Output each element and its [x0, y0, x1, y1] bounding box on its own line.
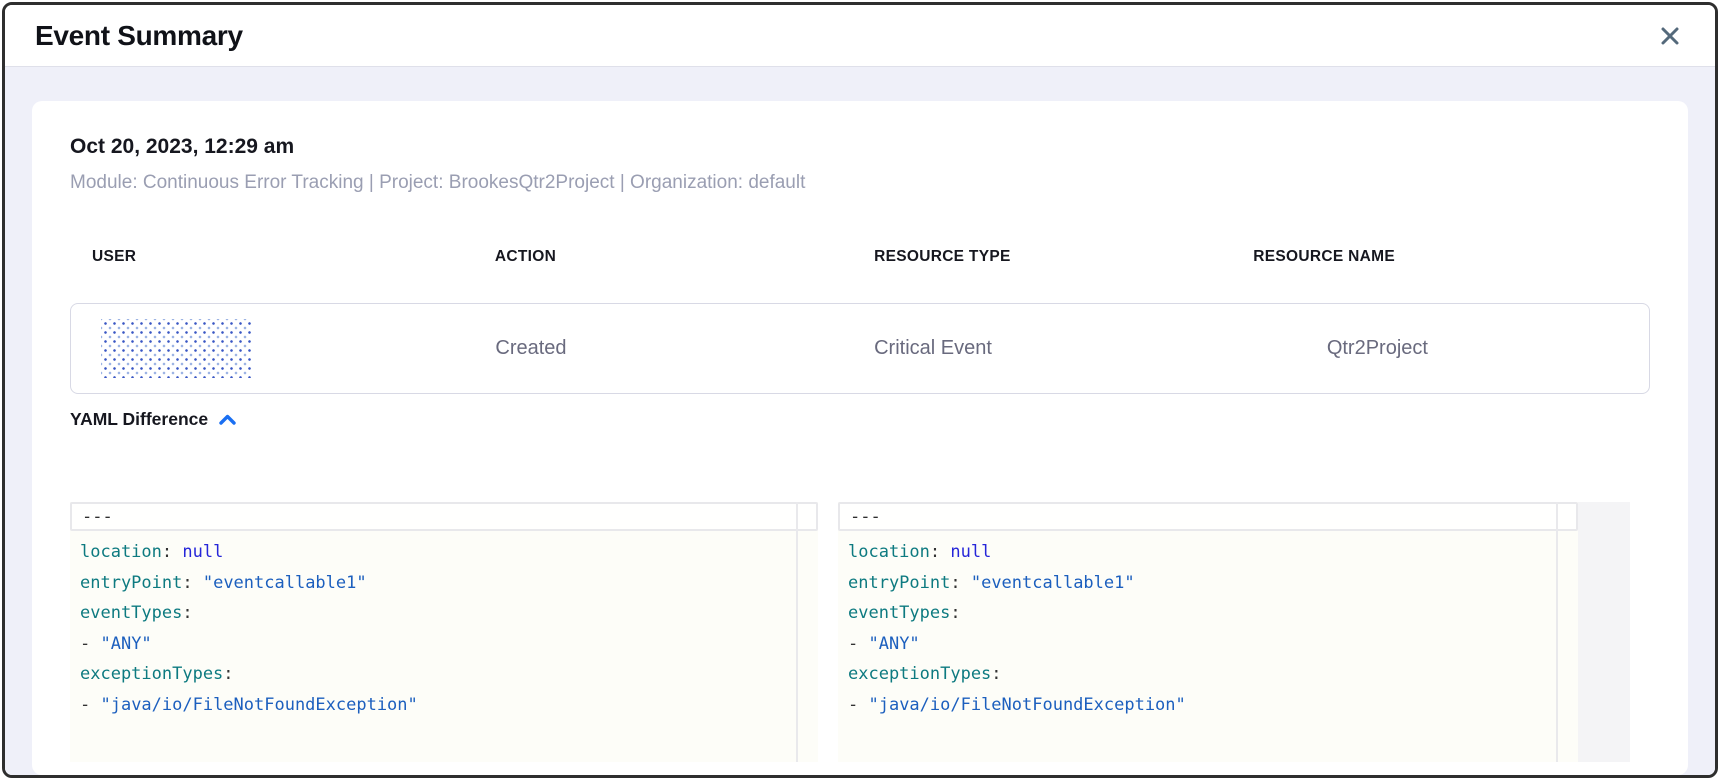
yaml-code-line: exceptionTypes:	[80, 659, 818, 690]
yaml-panel-left: --- location: nullentryPoint: "eventcall…	[70, 502, 818, 762]
table-row: Created Critical Event Qtr2Project	[70, 303, 1650, 394]
yaml-code-line: eventTypes:	[848, 598, 1578, 629]
column-header-user: USER	[70, 248, 473, 266]
audit-table-header: USER ACTION RESOURCE TYPE RESOURCE NAME	[70, 248, 1650, 266]
event-meta: Module: Continuous Error Tracking | Proj…	[70, 172, 1650, 194]
yaml-difference-toggle[interactable]	[217, 412, 238, 427]
screenshot-canvas: Event Summary Oct 20, 2023, 12:29 am Mod…	[0, 0, 1720, 780]
yaml-document-start-right: ---	[838, 502, 1578, 531]
diff-scroll-track	[1578, 502, 1630, 762]
cell-resource-type: Critical Event	[852, 337, 1231, 360]
column-header-action: ACTION	[473, 248, 852, 266]
yaml-diff-view: --- location: nullentryPoint: "eventcall…	[70, 502, 1650, 762]
yaml-document-start-left: ---	[70, 502, 818, 531]
yaml-code-line: location: null	[848, 537, 1578, 568]
yaml-code-line: entryPoint: "eventcallable1"	[80, 568, 818, 599]
redacted-user-pattern	[101, 319, 251, 378]
yaml-code-left: location: nullentryPoint: "eventcallable…	[70, 531, 818, 720]
modal-body: Oct 20, 2023, 12:29 am Module: Continuou…	[5, 67, 1715, 775]
chevron-up-icon	[219, 414, 236, 425]
yaml-code-line: - "java/io/FileNotFoundException"	[848, 690, 1578, 721]
cell-resource-name: Qtr2Project	[1231, 337, 1649, 360]
event-timestamp: Oct 20, 2023, 12:29 am	[70, 135, 1650, 159]
page-title: Event Summary	[35, 20, 243, 52]
panel-gutter-divider	[796, 502, 798, 762]
panel-gutter-divider	[1556, 502, 1558, 762]
yaml-code-line: - "ANY"	[848, 629, 1578, 660]
yaml-code-line: exceptionTypes:	[848, 659, 1578, 690]
yaml-difference-header: YAML Difference	[70, 409, 1650, 430]
event-card: Oct 20, 2023, 12:29 am Module: Continuou…	[32, 101, 1688, 775]
yaml-code-right: location: nullentryPoint: "eventcallable…	[838, 531, 1578, 720]
column-header-resource-type: RESOURCE TYPE	[852, 248, 1231, 266]
cell-action: Created	[473, 337, 852, 360]
yaml-code-line: location: null	[80, 537, 818, 568]
close-button[interactable]	[1655, 21, 1685, 51]
yaml-code-line: - "ANY"	[80, 629, 818, 660]
modal-header: Event Summary	[5, 5, 1715, 67]
yaml-code-line: entryPoint: "eventcallable1"	[848, 568, 1578, 599]
yaml-code-line: - "java/io/FileNotFoundException"	[80, 690, 818, 721]
yaml-panel-right: --- location: nullentryPoint: "eventcall…	[838, 502, 1578, 762]
column-header-resource-name: RESOURCE NAME	[1231, 248, 1650, 266]
yaml-code-line: eventTypes:	[80, 598, 818, 629]
event-summary-modal: Event Summary Oct 20, 2023, 12:29 am Mod…	[2, 2, 1718, 778]
close-icon	[1659, 25, 1681, 47]
yaml-difference-label: YAML Difference	[70, 409, 208, 430]
cell-user	[71, 319, 473, 378]
